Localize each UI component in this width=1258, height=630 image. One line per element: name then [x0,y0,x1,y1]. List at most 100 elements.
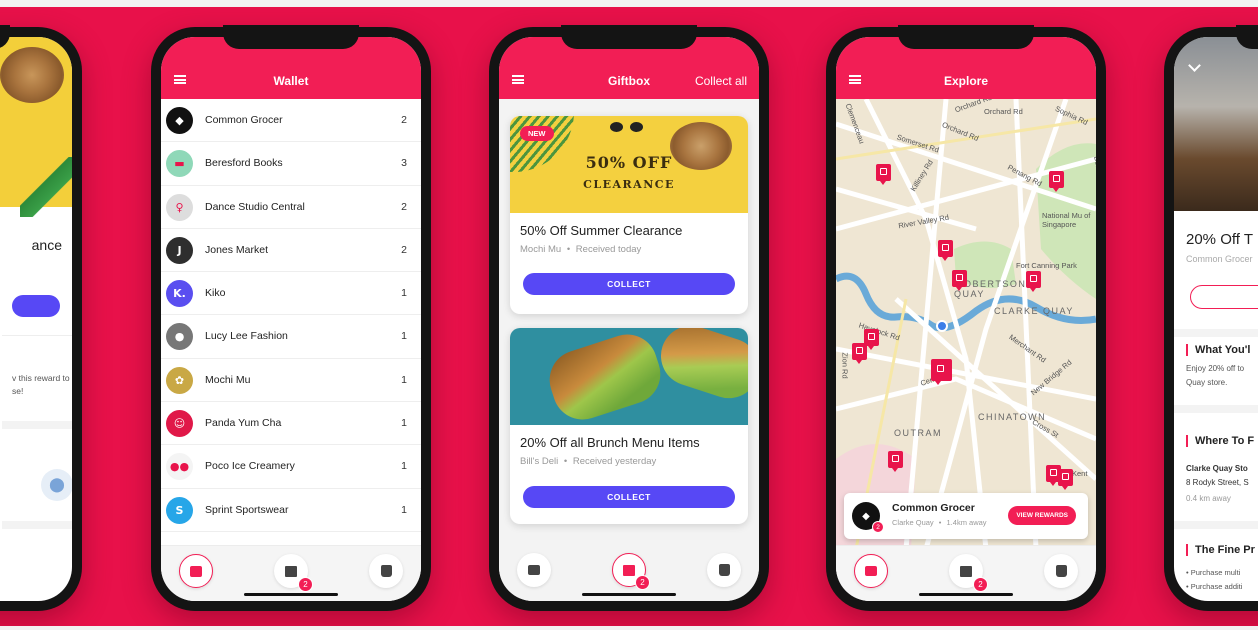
wallet-icon [528,565,540,575]
new-badge: NEW [520,126,554,141]
collect-button[interactable] [12,295,60,317]
giftbox-count-badge: 2 [298,577,313,592]
screen: 20% Off T Common Grocer What You'l Enjoy… [1174,37,1258,601]
section-text: Quay store. [1186,378,1228,387]
tab-shop[interactable] [369,554,403,588]
section-heading: Where To F [1186,435,1254,447]
store-name: Mochi Mu [205,373,251,386]
wallet-row[interactable]: ● Lucy Lee Fashion 1 [161,315,421,359]
store-logo: ▬ [166,150,193,178]
image-headline: 50% OFF [585,153,673,172]
store-badge: 2 [872,521,884,533]
store-pin[interactable] [952,270,967,291]
section-heading: The Fine Pr [1186,544,1255,556]
sunglasses-image [608,120,648,132]
wallet-icon [190,565,202,577]
reward-count: 1 [401,503,407,516]
store-pin[interactable] [1026,271,1041,292]
meta-separator: • [938,518,942,527]
reward-store: Common Grocer [1186,254,1253,264]
wallet-row[interactable]: K. Kiko 1 [161,272,421,316]
wallet-list: ◆ Common Grocer 2 ▬ Beresford Books 3 ♀ Dance S… [161,99,421,532]
offer-card[interactable]: 20% Off all Brunch Menu Items Bill's Del… [510,328,748,524]
hero-image [0,37,72,217]
offer-meta: Mochi Mu • Received today [520,244,641,255]
map[interactable]: Orchard Rd Somerset Rd Orchard Rd Killiney … [836,99,1096,545]
section-divider [1174,521,1258,529]
wallet-screen: Wallet ◆ Common Grocer 2 ▬ Beresford Books 3 ♀… [161,37,421,601]
offer-card[interactable]: 50% OFF CLEARANCE NEW 50% Off Summer Cle… [510,116,748,314]
offer-store: Mochi Mu [520,244,562,255]
toast-image [653,328,748,406]
wallet-row[interactable]: ✿ Mochi Mu 1 [161,359,421,403]
phone-wallet: Wallet ◆ Common Grocer 2 ▬ Beresford Books 3 ♀… [151,25,431,611]
collect-all-link[interactable]: Collect all [695,74,747,88]
view-rewards-button[interactable]: VIEW REWARDS [1008,506,1076,525]
tab-giftbox[interactable]: 2 [274,554,313,592]
gift-icon [285,565,297,577]
offer-title: 50% Off Summer Clearance [520,223,683,238]
store-pin[interactable] [938,240,953,261]
tab-wallet[interactable] [179,554,213,588]
toast-image [541,328,669,428]
reward-title: 20% Off T [1186,231,1253,248]
phone-left-partial: ance v this reward to se! ⬤ [0,25,82,611]
offer-store: Bill's Deli [520,456,559,467]
store-pin[interactable] [852,343,867,364]
collect-button[interactable] [1190,285,1258,309]
home-indicator [919,593,1013,596]
wallet-row[interactable]: ●● Poco Ice Creamery 1 [161,445,421,489]
store-pin[interactable] [1049,171,1064,192]
reward-title: ance [31,237,62,253]
tab-wallet[interactable] [517,553,551,587]
collect-button[interactable]: COLLECT [523,273,735,295]
store-preview-card[interactable]: ◆ 2 Common Grocer Clarke Quay • 1.4km aw… [844,493,1088,539]
store-name: Beresford Books [205,157,283,170]
wallet-row[interactable]: ▬ Beresford Books 3 [161,142,421,186]
phone-giftbox: Giftbox Collect all 50% OFF CLEARANCE NE… [489,25,769,611]
chevron-down-icon[interactable] [1188,59,1201,72]
collect-button[interactable]: COLLECT [523,486,735,508]
tab-giftbox[interactable]: 2 [612,553,650,590]
wallet-row[interactable]: S Sprint Sportswear 1 [161,489,421,532]
tab-wallet[interactable] [854,554,888,588]
store-logo: S [166,496,193,524]
shopping-bag-icon [1055,565,1067,577]
store-name: Jones Market [205,243,269,256]
giftbox-count-badge: 2 [635,575,650,590]
store-distance: 1.4km away [946,518,987,527]
notch [223,25,359,49]
wallet-row[interactable]: ◆ Common Grocer 2 [161,99,421,143]
wallet-row[interactable]: ♀ Dance Studio Central 2 [161,186,421,229]
store-name: Panda Yum Cha [205,417,282,430]
district-label: CLARKE QUAY [994,306,1074,316]
section-divider [1174,329,1258,337]
store-logo: ◆ [166,107,193,134]
divider [2,335,72,336]
store-logo: ●● [166,453,193,481]
section-divider [2,421,72,429]
offer-meta: Bill's Deli • Received yesterday [520,456,656,467]
store-pin[interactable] [1058,469,1073,490]
tab-shop[interactable] [707,553,741,587]
store-name: Kiko [205,287,226,300]
offer-title: 20% Off all Brunch Menu Items [520,435,700,450]
street-label: Orchard Rd [984,107,1023,116]
gift-icon [623,564,635,576]
store-pin[interactable] [888,451,903,472]
reward-count: 1 [401,287,407,300]
selected-store-pin[interactable] [931,359,952,385]
tab-shop[interactable] [1044,554,1078,588]
street-label: Fort Canning Park [1016,261,1077,270]
basket-image [0,47,64,103]
wallet-row[interactable]: ☺ Panda Yum Cha 1 [161,402,421,446]
notch [561,25,697,49]
section-heading: What You'l [1186,344,1250,356]
street-label: Kent [1072,469,1088,478]
store-meta: Clarke Quay • 1.4km away [892,518,987,527]
store-pin[interactable] [876,164,891,185]
section-divider [1174,405,1258,413]
gift-icon [960,565,972,577]
tab-giftbox[interactable]: 2 [949,554,988,592]
wallet-row[interactable]: J Jones Market 2 [161,229,421,273]
